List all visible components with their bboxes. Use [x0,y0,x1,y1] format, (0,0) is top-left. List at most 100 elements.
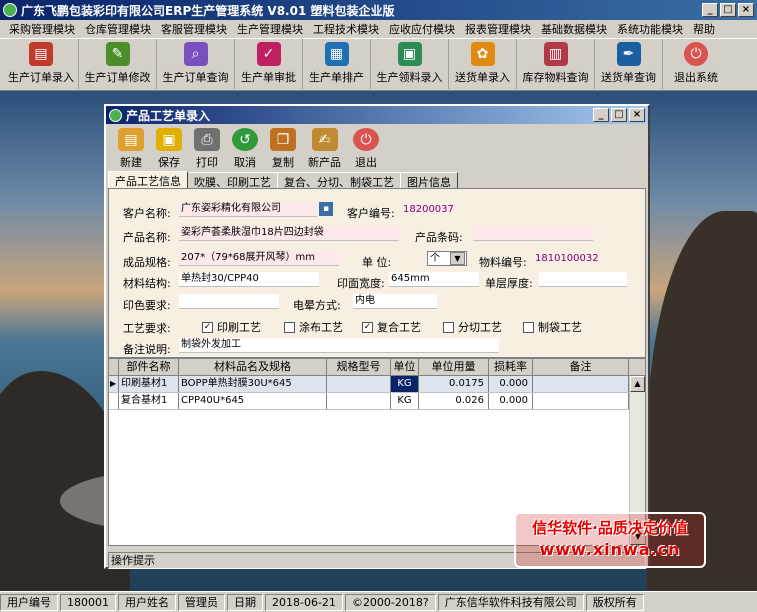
status-date: 2018-06-21 [265,593,343,611]
stock-query-button[interactable]: ▥ 库存物料查询 [517,39,595,89]
app-titlebar: 广东飞鹏包装彩印有限公司ERP生产管理系统 V8.01 塑料包装企业版 _ □ … [0,0,757,20]
menu-engineering[interactable]: 工程技术模块 [308,21,384,37]
pdf-icon: ▤ [29,42,53,66]
exit-icon: ⏻ [353,128,379,151]
dialog-maximize-button[interactable]: □ [611,108,627,122]
checkbox-printing-process[interactable]: ✓ 印刷工艺 [202,319,261,335]
checkbox-coating-process[interactable]: 涂布工艺 [284,319,343,335]
production-order-entry-button[interactable]: ▤ 生产订单录入 [4,39,79,89]
maximize-button[interactable]: □ [720,3,736,17]
col-unit: 单位 [391,359,419,375]
customer-name-field[interactable]: 广东姿彩精化有限公司 [179,202,317,217]
print-button[interactable]: ⎙ 打印 [188,126,226,170]
status-company: 广东信华软件科技有限公司 [437,593,584,611]
save-button[interactable]: ▣ 保存 [150,126,188,170]
scroll-up-icon[interactable]: ▲ [630,376,645,392]
new-button[interactable]: ▤ 新建 [112,126,150,170]
checkbox-laminating-process[interactable]: ✓ 复合工艺 [362,319,421,335]
tab-laminate-slit-bag-process[interactable]: 复合、分切、制袋工艺 [277,172,401,189]
production-order-query-button[interactable]: ⌕ 生产订单查询 [157,39,235,89]
spec-field[interactable]: 207*（79*68展开风琴）mm [179,251,339,266]
check-icon: ✓ [362,321,373,333]
tab-product-process-info[interactable]: 产品工艺信息 [108,171,188,188]
customer-lookup-icon[interactable]: ▪ [319,202,333,216]
col-part-name: 部件名称 [119,359,179,375]
dialog-exit-button[interactable]: ⏻ 退出 [347,126,385,170]
status-rights: 版权所有 [585,593,644,611]
table-row[interactable]: 复合基材1 CPP40U*645 KG 0.026 0.000 [109,393,645,410]
remark-field[interactable]: 制袋外发加工 [179,338,499,353]
watermark-url: www.xinwa.cn [539,540,681,559]
material-no-value: 1810100032 [535,253,599,264]
product-name-field[interactable]: 姿彩芦荟柔肤湿巾18片四边封袋 [179,226,399,241]
exit-icon: ⏻ [684,42,708,66]
dialog-tabs: 产品工艺信息 吹膜、印刷工艺 复合、分切、制袋工艺 图片信息 [108,171,458,189]
menu-receivable-payable[interactable]: 应收应付模块 [384,21,460,37]
chevron-down-icon[interactable]: ▼ [450,252,465,265]
delivery-entry-button[interactable]: ✿ 送货单录入 [449,39,517,89]
new-product-icon: ✍ [311,128,338,151]
copy-button[interactable]: ❐ 复制 [264,126,302,170]
save-icon: ▣ [156,128,182,151]
dialog-close-button[interactable]: × [629,108,645,122]
production-schedule-button[interactable]: ▦ 生产单排产 [303,39,371,89]
spec-label: 成品规格: [123,256,171,269]
vendor-watermark: 信华软件·品质决定价值 www.xinwa.cn [514,512,706,568]
grid-header: 部件名称 材料品名及规格 规格型号 单位 单位用量 损耗率 备注 [109,359,645,376]
status-date-label: 日期 [227,593,263,611]
table-row[interactable]: ▶ 印刷基材1 BOPP单热封膜30U*645 KG 0.0175 0.000 [109,376,645,393]
exit-system-button[interactable]: ⏻ 退出系统 [663,39,729,89]
main-toolbar: ▤ 生产订单录入 ✎ 生产订单修改 ⌕ 生产订单查询 ✓ 生产单审批 ▦ 生产单排产 ▣ 生… [0,38,757,91]
stock-icon: ▥ [543,42,568,66]
cancel-icon: ↺ [232,128,258,151]
menu-system[interactable]: 系统功能模块 [612,21,688,37]
cancel-button[interactable]: ↺ 取消 [226,126,264,170]
app-icon [3,3,17,17]
checkbox-slitting-process[interactable]: 分切工艺 [443,319,502,335]
status-bar: 用户编号 180001 用户姓名 管理员 日期 2018-06-21 ©2000… [0,591,757,612]
tab-blow-print-process[interactable]: 吹膜、印刷工艺 [187,172,278,189]
menu-customer-service[interactable]: 客服管理模块 [156,21,232,37]
corona-label: 电晕方式: [293,299,341,312]
customer-no-value: 18200037 [403,204,454,215]
color-req-field[interactable] [179,294,279,309]
menu-warehouse[interactable]: 仓库管理模块 [80,21,156,37]
row-pointer-icon: ▶ [109,376,119,392]
approve-icon: ✓ [256,42,281,66]
menu-purchase[interactable]: 采购管理模块 [4,21,80,37]
tab-image-info[interactable]: 图片信息 [400,172,458,189]
customer-name-label: 客户名称: [123,207,171,220]
dialog-minimize-button[interactable]: _ [593,108,609,122]
material-requisition-button[interactable]: ▣ 生产领料录入 [371,39,449,89]
col-material-spec: 材料品名及规格 [179,359,327,375]
barcode-field[interactable] [473,226,593,241]
production-approve-button[interactable]: ✓ 生产单审批 [235,39,303,89]
layer-thickness-field[interactable] [539,272,627,287]
menu-base-data[interactable]: 基础数据模块 [536,21,612,37]
col-loss-rate: 损耗率 [489,359,533,375]
product-name-label: 产品名称: [123,231,171,244]
production-order-edit-button[interactable]: ✎ 生产订单修改 [79,39,157,89]
watermark-slogan: 信华软件·品质决定价值 [532,519,688,537]
print-width-field[interactable]: 645mm [389,272,479,287]
flower-icon: ✿ [470,42,495,66]
delivery-query-button[interactable]: ✒ 送货单查询 [595,39,663,89]
status-user-id: 180001 [60,593,116,611]
corona-field[interactable]: 内电 [353,294,437,309]
menu-production[interactable]: 生产管理模块 [232,21,308,37]
new-product-button[interactable]: ✍ 新产品 [302,126,347,170]
copy-icon: ❐ [270,128,296,151]
structure-field[interactable]: 单热封30/CPP40 [179,272,319,287]
status-user-name-label: 用户姓名 [118,593,176,611]
product-info-form: 客户名称: 广东姿彩精化有限公司 ▪ 客户编号: 18200037 产品名称: … [108,188,646,358]
dialog-window-controls: _ □ × [593,108,645,122]
menu-bar: 采购管理模块 仓库管理模块 客服管理模块 生产管理模块 工程技术模块 应收应付模… [0,20,757,38]
checkbox-bag-making-process[interactable]: 制袋工艺 [523,319,582,335]
close-button[interactable]: × [738,3,754,17]
new-icon: ▤ [118,128,144,151]
minimize-button[interactable]: _ [702,3,718,17]
status-user-name: 管理员 [178,593,225,611]
remark-label: 备注说明: [123,343,171,356]
menu-help[interactable]: 帮助 [688,21,720,37]
menu-reports[interactable]: 报表管理模块 [460,21,536,37]
